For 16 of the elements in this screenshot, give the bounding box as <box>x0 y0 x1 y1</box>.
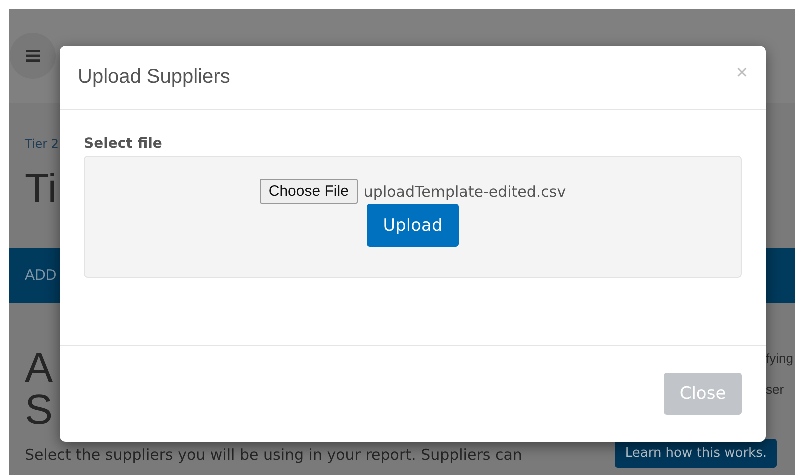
upload-button[interactable]: Upload <box>367 204 459 247</box>
breadcrumb-link[interactable]: Tier 2 <box>25 137 60 151</box>
page-title: Ti <box>25 166 57 213</box>
field-label: Select file <box>84 136 162 152</box>
section-heading: A <box>25 347 54 389</box>
side-text: ser <box>766 382 784 397</box>
file-name: uploadTemplate-edited.csv <box>364 182 566 200</box>
banner-text: ADD <box>25 267 57 284</box>
intro-paragraph: Select the suppliers you will be using in your report. Suppliers can <box>25 446 522 464</box>
side-text: fying <box>766 351 794 366</box>
dialog-title: Upload Suppliers <box>78 66 230 89</box>
choose-file-button[interactable]: Choose File <box>260 179 358 204</box>
help-button[interactable]: Learn how this works. <box>615 439 777 468</box>
menu-icon <box>26 50 40 62</box>
menu-button[interactable] <box>10 33 56 79</box>
section-heading: S <box>25 389 54 431</box>
